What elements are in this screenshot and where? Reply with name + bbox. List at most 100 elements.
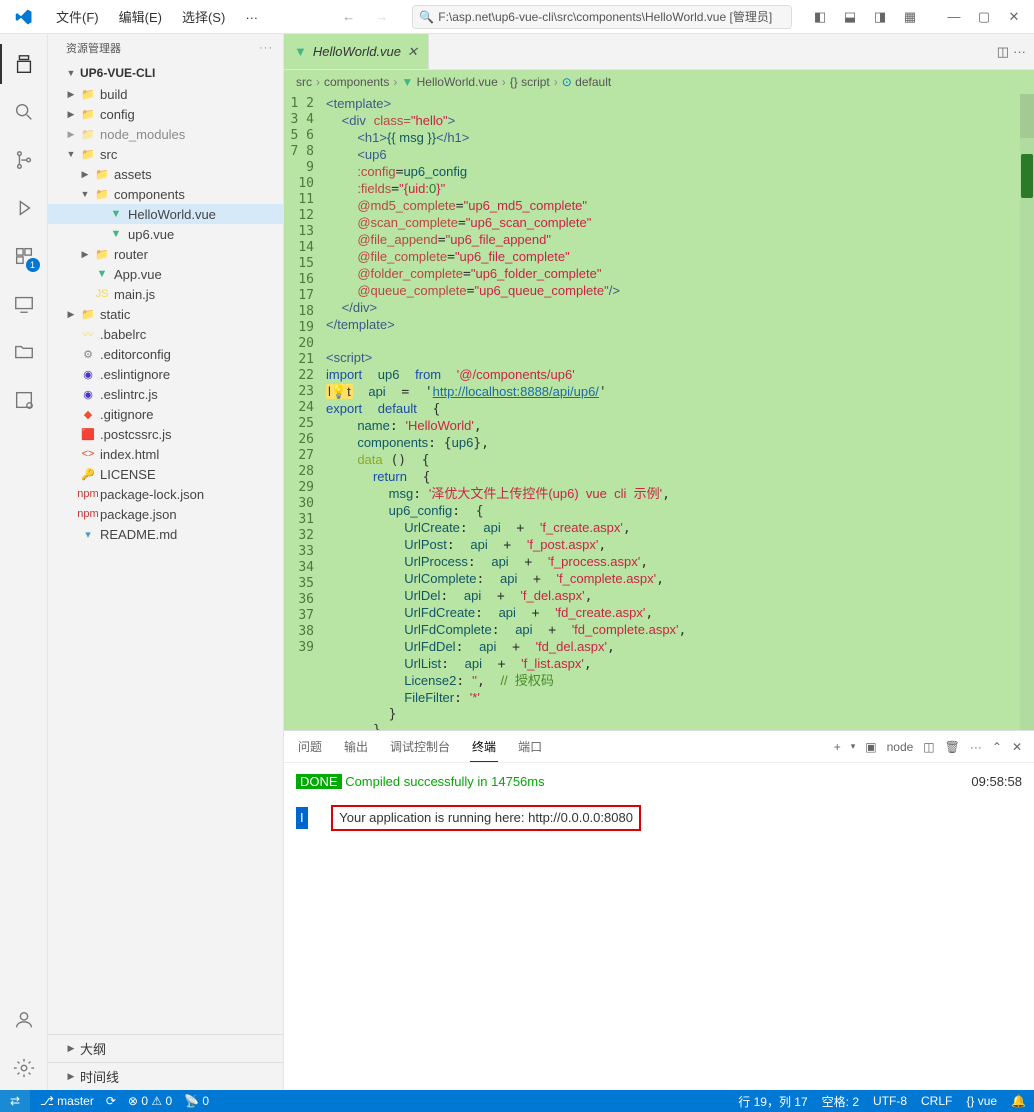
breadcrumb-item[interactable]: {} script — [510, 75, 550, 89]
language[interactable]: {} vue — [966, 1094, 997, 1108]
shell-label[interactable]: node — [887, 740, 914, 754]
plus-icon[interactable]: + — [834, 740, 841, 754]
nav-forward-icon[interactable]: → — [369, 7, 394, 26]
branch[interactable]: ⎇ master — [40, 1094, 94, 1108]
tree-item[interactable]: npmpackage-lock.json — [48, 484, 283, 504]
menu-item[interactable]: 编辑(E) — [111, 3, 170, 30]
chevron-down-icon: ▼ — [80, 189, 90, 199]
close-icon[interactable]: ✕ — [1000, 3, 1028, 31]
tree-item[interactable]: 〰.babelrc — [48, 324, 283, 344]
panel-tab[interactable]: 调试控制台 — [388, 732, 452, 761]
nav-arrows: ← → — [336, 7, 394, 26]
tree-item[interactable]: ▶📁static — [48, 304, 283, 324]
panel-tab[interactable]: 端口 — [516, 732, 544, 761]
tree-item[interactable]: ▶📁router — [48, 244, 283, 264]
chevron-up-icon[interactable]: ⌃ — [992, 740, 1002, 754]
layout-left-icon[interactable]: ◧ — [806, 3, 834, 31]
search-icon[interactable] — [0, 90, 48, 134]
scrollbar[interactable] — [1020, 94, 1034, 730]
account-icon[interactable] — [0, 998, 48, 1042]
breadcrumb-item[interactable]: src — [296, 75, 312, 89]
tree-item[interactable]: 🔑LICENSE — [48, 464, 283, 484]
explorer-icon[interactable] — [0, 42, 48, 86]
settings-icon[interactable] — [0, 1046, 48, 1090]
file-icon: 📁 — [80, 306, 96, 322]
code-content[interactable]: <template> <div class="hello"> <h1>{{ ms… — [326, 94, 686, 730]
tree-item[interactable]: 🟥.postcssrc.js — [48, 424, 283, 444]
remote-icon[interactable]: ⇄ — [0, 1090, 30, 1112]
tree-item[interactable]: ▼App.vue — [48, 264, 283, 284]
bell-icon[interactable]: 🔔 — [1011, 1094, 1026, 1108]
activity-bar: 1 — [0, 34, 48, 1090]
timeline-row[interactable]: ▶时间线 — [48, 1062, 283, 1090]
split-icon[interactable]: ◫ — [923, 740, 934, 754]
source-control-icon[interactable] — [0, 138, 48, 182]
terminal-icon[interactable]: ▣ — [865, 740, 876, 754]
terminal-output[interactable]: DONE Compiled successfully in 14756ms 09… — [284, 763, 1034, 839]
tree-item[interactable]: ◉.eslintignore — [48, 364, 283, 384]
tree-item[interactable]: ▶📁build — [48, 84, 283, 104]
menu-bar: 文件(F)编辑(E)选择(S)… — [48, 3, 266, 30]
folder-icon[interactable] — [0, 330, 48, 374]
scrollbar-thumb[interactable] — [1021, 154, 1033, 198]
menu-item[interactable]: 选择(S) — [174, 3, 233, 30]
breadcrumb-item[interactable]: ▼ HelloWorld.vue — [401, 75, 497, 89]
indent[interactable]: 空格: 2 — [822, 1093, 859, 1110]
layout-right-icon[interactable]: ◨ — [866, 3, 894, 31]
layout-grid-icon[interactable]: ▦ — [896, 3, 924, 31]
tab-helloworld[interactable]: ▼ HelloWorld.vue ✕ — [284, 34, 429, 69]
tree-item[interactable]: ▼HelloWorld.vue — [48, 204, 283, 224]
tree-item[interactable]: ◆.gitignore — [48, 404, 283, 424]
outline-row[interactable]: ▶大纲 — [48, 1035, 283, 1062]
errors[interactable]: ⊗ 0 ⚠ 0 — [128, 1094, 172, 1108]
menu-item[interactable]: 文件(F) — [48, 3, 107, 30]
tree-item[interactable]: ▶📁node_modules — [48, 124, 283, 144]
more-icon[interactable]: ··· — [970, 740, 982, 754]
tree-item[interactable]: <>index.html — [48, 444, 283, 464]
trash-icon[interactable]: 🗑 — [945, 740, 960, 754]
panel-tab[interactable]: 终端 — [470, 732, 498, 762]
tree-item[interactable]: JSmain.js — [48, 284, 283, 304]
panel-tab[interactable]: 输出 — [342, 732, 370, 761]
breadcrumb[interactable]: src › components › ▼ HelloWorld.vue › {}… — [284, 70, 1034, 94]
minimize-icon[interactable]: — — [940, 3, 968, 31]
command-center[interactable]: 🔍 F:\asp.net\up6-vue-cli\src\components\… — [412, 5, 792, 29]
more-icon[interactable]: ··· — [1013, 44, 1026, 60]
more-icon[interactable]: ··· — [259, 42, 273, 54]
project-root[interactable]: ▼ UP6-VUE-CLI — [48, 62, 283, 84]
cursor-pos[interactable]: 行 19，列 17 — [738, 1093, 807, 1110]
eol[interactable]: CRLF — [921, 1094, 952, 1108]
close-icon[interactable]: ✕ — [407, 44, 418, 60]
remote-icon[interactable] — [0, 282, 48, 326]
layout-bottom-icon[interactable]: ⬓ — [836, 3, 864, 31]
encoding[interactable]: UTF-8 — [873, 1094, 907, 1108]
tree-item[interactable]: ▶📁config — [48, 104, 283, 124]
maximize-icon[interactable]: ▢ — [970, 3, 998, 31]
split-icon[interactable]: ◫ — [997, 44, 1009, 60]
chevron-right-icon: ▶ — [66, 309, 76, 320]
timestamp: 09:58:58 — [971, 771, 1022, 793]
breadcrumb-item[interactable]: components — [324, 75, 389, 89]
sync-icon[interactable]: ⟳ — [106, 1094, 116, 1108]
close-icon[interactable]: ✕ — [1012, 740, 1022, 754]
tree-item[interactable]: ◉.eslintrc.js — [48, 384, 283, 404]
tree-item[interactable]: ▾README.md — [48, 524, 283, 544]
panel-tab[interactable]: 问题 — [296, 732, 324, 761]
tree-item[interactable]: ▶📁assets — [48, 164, 283, 184]
tree-item[interactable]: npmpackage.json — [48, 504, 283, 524]
menu-item[interactable]: … — [237, 3, 266, 30]
tree-label: src — [100, 147, 117, 162]
tree-item[interactable]: ▼up6.vue — [48, 224, 283, 244]
nav-back-icon[interactable]: ← — [336, 7, 361, 26]
tree-item[interactable]: ▼📁components — [48, 184, 283, 204]
port-icon[interactable]: 📡 0 — [184, 1094, 209, 1108]
editor[interactable]: 1 2 3 4 5 6 7 8 9 10 11 12 13 14 15 16 1… — [284, 94, 1034, 730]
breadcrumb-sep: › — [554, 75, 558, 89]
debug-icon[interactable] — [0, 186, 48, 230]
extensions-icon[interactable]: 1 — [0, 234, 48, 278]
vue-icon: ▼ — [294, 44, 307, 59]
tree-item[interactable]: ▼📁src — [48, 144, 283, 164]
tree-item[interactable]: ⚙.editorconfig — [48, 344, 283, 364]
breadcrumb-item[interactable]: ⊙ default — [562, 75, 611, 89]
app-icon[interactable] — [0, 378, 48, 422]
